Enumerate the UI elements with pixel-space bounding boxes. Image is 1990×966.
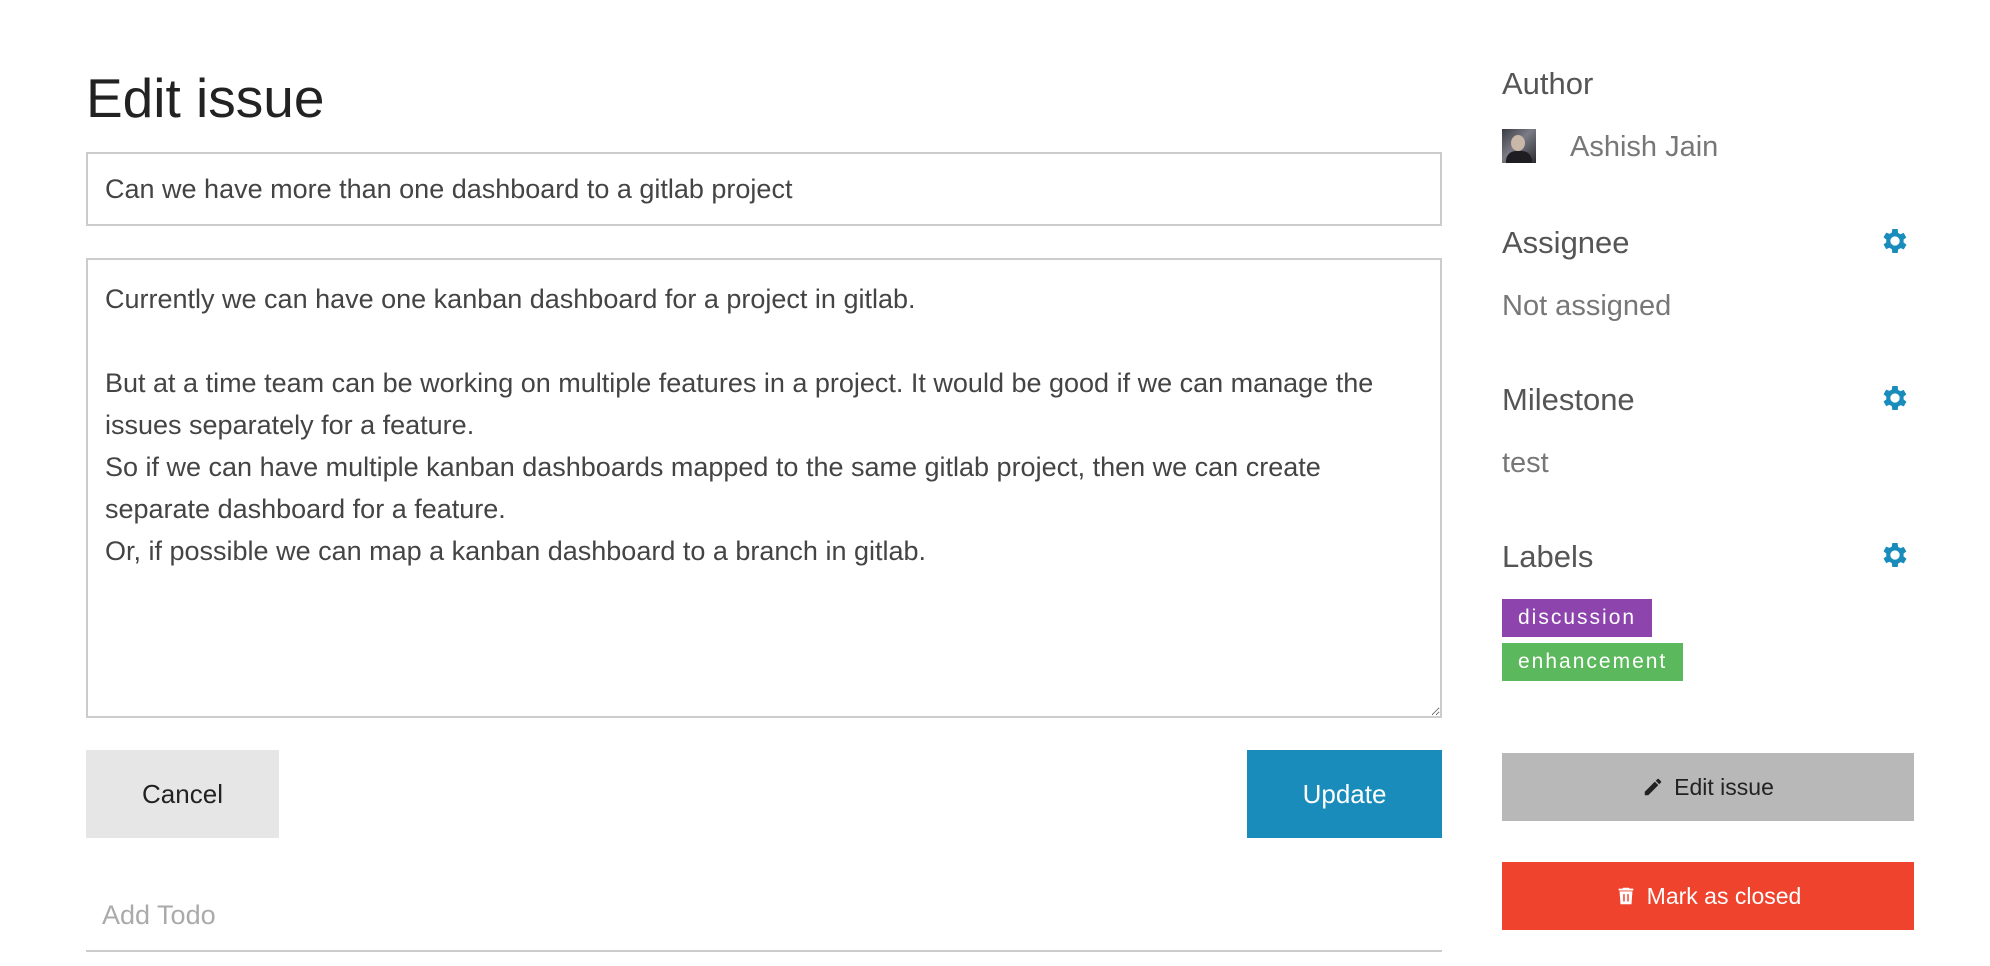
assignee-heading: Assignee <box>1502 225 1630 260</box>
issue-title-input[interactable] <box>86 152 1442 226</box>
labels-gear-icon[interactable] <box>1879 539 1911 571</box>
edit-issue-label: Edit issue <box>1674 773 1774 800</box>
issue-description-textarea[interactable]: Currently we can have one kanban dashboa… <box>86 258 1442 718</box>
labels-heading: Labels <box>1502 539 1594 574</box>
assignee-value: Not assigned <box>1502 290 1672 322</box>
update-button[interactable]: Update <box>1247 750 1442 838</box>
author-name[interactable]: Ashish Jain <box>1570 127 1718 167</box>
pencil-icon <box>1644 778 1662 796</box>
mark-as-closed-label: Mark as closed <box>1646 882 1802 909</box>
mark-as-closed-button[interactable]: Mark as closed <box>1502 862 1914 930</box>
milestone-value: test <box>1502 447 1549 479</box>
cancel-button[interactable]: Cancel <box>86 750 279 838</box>
label-badge-enhancement: enhancement <box>1502 643 1684 681</box>
avatar <box>1502 129 1536 163</box>
milestone-gear-icon[interactable] <box>1879 382 1911 414</box>
trash-icon <box>1618 887 1633 905</box>
assignee-gear-icon[interactable] <box>1879 225 1911 257</box>
edit-issue-button[interactable]: Edit issue <box>1502 753 1914 821</box>
milestone-heading: Milestone <box>1502 382 1635 417</box>
page-title: Edit issue <box>86 67 325 129</box>
label-badge-discussion: discussion <box>1502 599 1653 637</box>
author-heading: Author <box>1502 66 1594 101</box>
add-todo-input[interactable] <box>86 880 1442 952</box>
